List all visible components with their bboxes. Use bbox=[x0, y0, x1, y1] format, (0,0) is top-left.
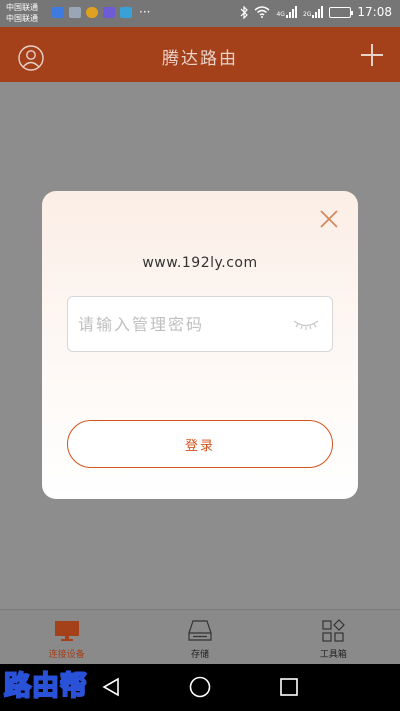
back-triangle-icon[interactable] bbox=[100, 676, 122, 698]
monitor-icon bbox=[54, 621, 79, 641]
app-header: 腾达路由 bbox=[0, 27, 400, 82]
system-nav-bar: 路由帮 bbox=[0, 664, 400, 711]
bluetooth-icon bbox=[241, 5, 249, 19]
watermark-logo: 路由帮 bbox=[3, 670, 88, 703]
close-icon[interactable] bbox=[319, 209, 339, 229]
storage-icon bbox=[188, 620, 212, 641]
tab-label: 存储 bbox=[190, 650, 209, 660]
carrier-1: 中国联通 bbox=[6, 3, 38, 12]
notification-image-icon bbox=[69, 7, 81, 18]
status-right: 4G 2G 17:08 bbox=[240, 5, 392, 19]
network-type-2: 2G bbox=[302, 11, 312, 18]
eye-closed-icon[interactable] bbox=[292, 316, 320, 332]
login-dialog: www.192ly.com 登录 bbox=[42, 191, 358, 499]
plus-icon[interactable] bbox=[360, 43, 384, 67]
password-input[interactable] bbox=[78, 297, 288, 351]
bottom-tab-bar: 连接设备 存储 工具箱 bbox=[0, 609, 400, 664]
signal-2: 2G bbox=[302, 6, 324, 18]
carrier-2: 中国联通 bbox=[6, 14, 38, 23]
tab-label: 工具箱 bbox=[319, 650, 347, 660]
tab-connected-devices[interactable]: 连接设备 bbox=[0, 610, 133, 664]
toolbox-icon bbox=[322, 619, 346, 642]
tab-toolbox[interactable]: 工具箱 bbox=[267, 610, 400, 664]
network-type-1: 4G bbox=[276, 11, 285, 18]
login-button[interactable]: 登录 bbox=[67, 420, 333, 468]
notification-weibo-icon bbox=[86, 7, 98, 18]
recents-square-icon[interactable] bbox=[279, 677, 299, 697]
password-field[interactable] bbox=[67, 296, 333, 352]
home-circle-icon[interactable] bbox=[189, 676, 211, 698]
notification-icons: ··· bbox=[52, 5, 151, 19]
wifi-icon bbox=[254, 6, 270, 18]
tab-storage[interactable]: 存储 bbox=[133, 610, 266, 664]
signal-bars-2-icon bbox=[312, 6, 324, 18]
tab-label: 连接设备 bbox=[48, 650, 85, 660]
notification-chat-icon bbox=[103, 7, 115, 18]
signal-bars-1-icon bbox=[285, 6, 297, 18]
notification-glasses-icon bbox=[120, 7, 132, 18]
page-title: 腾达路由 bbox=[162, 49, 238, 69]
status-time: 17:08 bbox=[357, 5, 392, 19]
router-host: www.192ly.com bbox=[142, 255, 258, 271]
notification-app-icon bbox=[52, 7, 64, 18]
signal-1: 4G bbox=[276, 6, 297, 18]
carrier-labels: 中国联通 中国联通 bbox=[6, 2, 38, 24]
more-notifications-icon: ··· bbox=[139, 5, 151, 19]
status-bar: 中国联通 中国联通 ··· 4G 2G 17:08 bbox=[0, 0, 400, 27]
battery-icon bbox=[329, 6, 354, 18]
